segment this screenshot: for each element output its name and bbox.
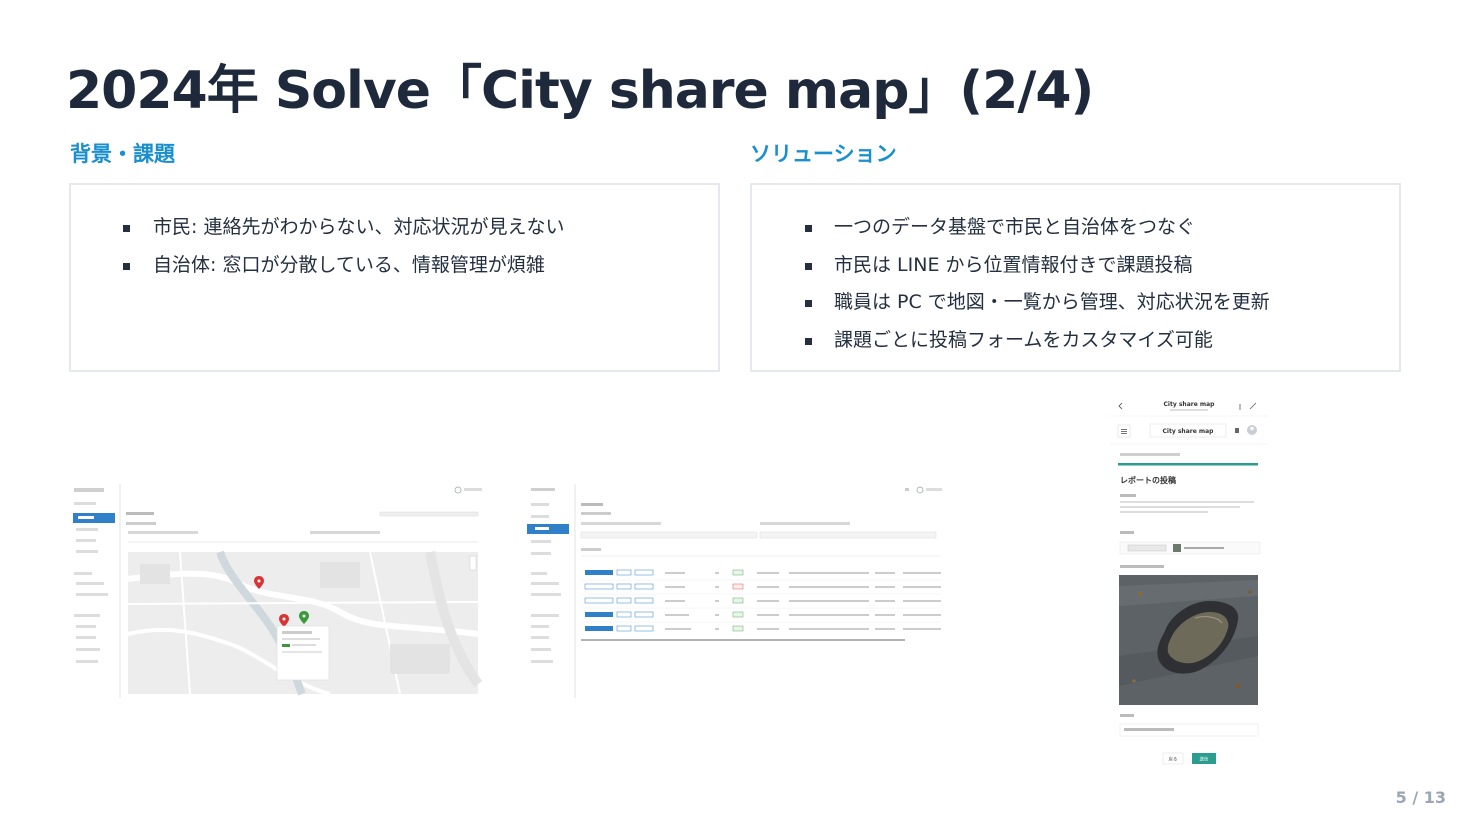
back-button[interactable]: 戻る <box>1169 756 1178 763</box>
solution-list: 一つのデータ基盤で市民と自治体をつなぐ 市民は LINE から位置情報付きで課題… <box>752 185 1399 359</box>
solution-box: 一つのデータ基盤で市民と自治体をつなぐ 市民は LINE から位置情報付きで課題… <box>750 183 1401 372</box>
form-title: レポートの投稿 <box>1120 475 1176 485</box>
background-heading: 背景・課題 <box>70 142 175 166</box>
list-item: 一つのデータ基盤で市民と自治体をつなぐ <box>752 209 1399 247</box>
background-box: 市民: 連絡先がわからない、対応状況が見えない 自治体: 窓口が分散している、情… <box>69 183 720 372</box>
slide-title: 2024年 Solve「City share map」(2/4) <box>66 61 1094 121</box>
map-view-screenshot <box>70 484 482 698</box>
list-item: 職員は PC で地図・一覧から管理、対応状況を更新 <box>752 284 1399 322</box>
mobile-form-image: City share map City share map レポートの投稿 戻る… <box>1110 396 1268 770</box>
mobile-form-screenshot: City share map City share map レポートの投稿 戻る… <box>1110 396 1268 770</box>
background-list: 市民: 連絡先がわからない、対応状況が見えない 自治体: 窓口が分散している、情… <box>71 185 718 284</box>
mobile-header-title: City share map <box>1164 401 1216 408</box>
solution-heading: ソリューション <box>750 142 897 166</box>
submit-button[interactable]: 送信 <box>1200 756 1209 763</box>
page-number: 5 / 13 <box>1395 788 1446 807</box>
list-item: 市民は LINE から位置情報付きで課題投稿 <box>752 247 1399 285</box>
list-item: 市民: 連絡先がわからない、対応状況が見えない <box>71 209 718 247</box>
list-item: 自治体: 窓口が分散している、情報管理が煩雑 <box>71 247 718 285</box>
list-view-screenshot <box>525 484 945 698</box>
map-view-image <box>70 484 482 698</box>
list-item: 課題ごとに投稿フォームをカスタマイズ可能 <box>752 322 1399 360</box>
list-view-image <box>525 484 945 698</box>
mobile-app-title: City share map <box>1163 428 1215 435</box>
